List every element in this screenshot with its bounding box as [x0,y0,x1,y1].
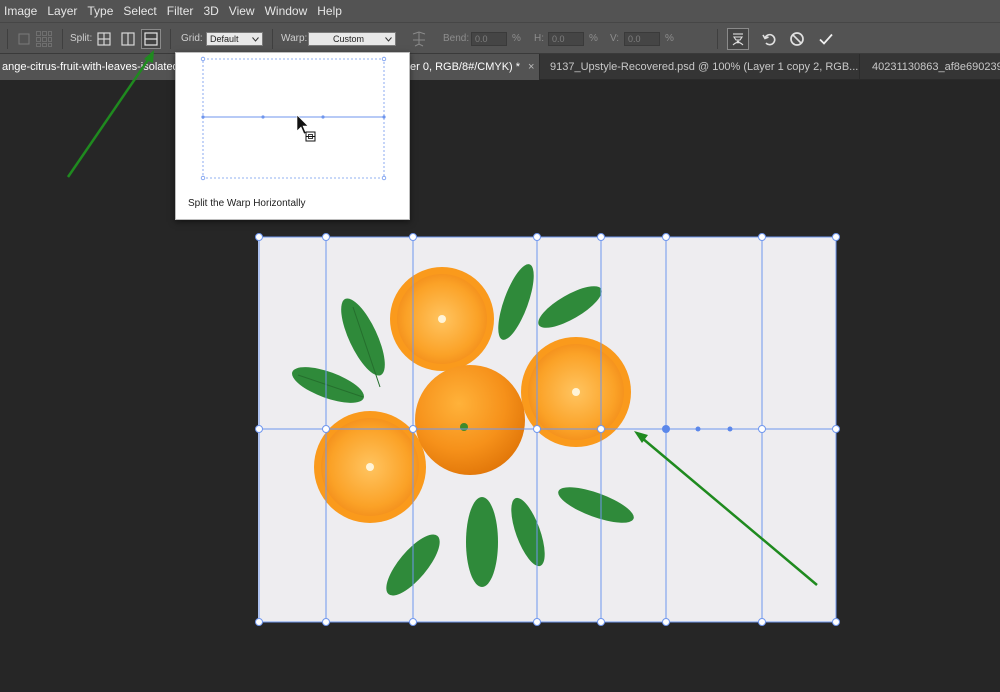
split-horizontal-icon[interactable] [141,28,161,49]
split-vertical-icon[interactable] [118,29,138,49]
menu-filter[interactable]: Filter [162,0,199,22]
tooltip-illustration [200,56,387,181]
tab-orange-citrus[interactable]: ange-citrus-fruit-with-leaves-isolated [0,54,176,80]
menu-select[interactable]: Select [118,0,161,22]
tab-label: 9137_Upstyle-Recovered.psd @ 100% (Layer… [550,61,859,73]
grid-preset-icon[interactable] [34,29,54,49]
h-field[interactable]: 0.0 [548,31,584,46]
whole-orange [415,365,525,475]
options-bar: Split: Grid: Default Warp: Custom Bend: … [0,22,1000,54]
change-warp-orientation-icon[interactable] [409,29,429,49]
menu-view[interactable]: View [224,0,260,22]
warp-select-value: Custom [332,33,364,44]
menu-bar: Image Layer Type Select Filter 3D View W… [0,0,1000,22]
menu-image[interactable]: Image [0,0,42,22]
grid-select[interactable]: Default [206,31,263,46]
split-horizontal-tooltip: Split the Warp Horizontally [175,52,410,220]
tab-label: 40231130863_af8e690239_ [872,61,1000,73]
divider [717,29,718,49]
split-label: Split: [70,33,93,44]
document-canvas[interactable] [258,237,836,622]
tooltip-caption: Split the Warp Horizontally [188,198,306,209]
split-crosswise-icon[interactable] [94,29,114,49]
tab-label: er 0, RGB/8#/CMYK) * [410,61,521,73]
h-percent: % [589,33,598,44]
warp-label: Warp: [281,33,308,44]
checkbox-icon[interactable] [14,29,34,49]
document-tab-bar: ange-citrus-fruit-with-leaves-isolated e… [0,54,1000,80]
chevron-down-icon [252,34,259,44]
commit-icon[interactable] [816,29,836,49]
bend-percent: % [512,33,521,44]
chevron-down-icon [385,34,392,44]
tab-orange-citrus-end[interactable]: er 0, RGB/8#/CMYK) * × [410,54,540,80]
grid-label: Grid: [181,33,203,44]
tab-40231130863[interactable]: 40231130863_af8e690239_ [860,54,1000,80]
v-field[interactable]: 0.0 [624,31,660,46]
cursor-icon [296,114,316,142]
tab-label: ange-citrus-fruit-with-leaves-isolated [2,61,176,73]
v-percent: % [665,33,674,44]
menu-help[interactable]: Help [312,0,347,22]
bend-label: Bend: [443,33,470,44]
reset-icon[interactable] [759,29,779,49]
h-label: H: [534,33,544,44]
divider [7,29,8,49]
tab-upstyle-recovered[interactable]: 9137_Upstyle-Recovered.psd @ 100% (Layer… [540,54,860,80]
menu-window[interactable]: Window [260,0,313,22]
divider [170,29,171,49]
puppet-warp-toggle-icon[interactable] [727,27,749,50]
divider [272,29,273,49]
v-label: V: [610,33,620,44]
warp-select[interactable]: Custom [308,31,396,46]
close-icon[interactable]: × [528,61,534,73]
bend-field[interactable]: 0.0 [471,31,507,46]
menu-type[interactable]: Type [82,0,118,22]
menu-3d[interactable]: 3D [198,0,223,22]
cancel-icon[interactable] [787,29,807,49]
grid-select-value: Default [210,33,239,44]
menu-layer[interactable]: Layer [42,0,82,22]
divider [62,29,63,49]
orange-photo [258,237,836,622]
